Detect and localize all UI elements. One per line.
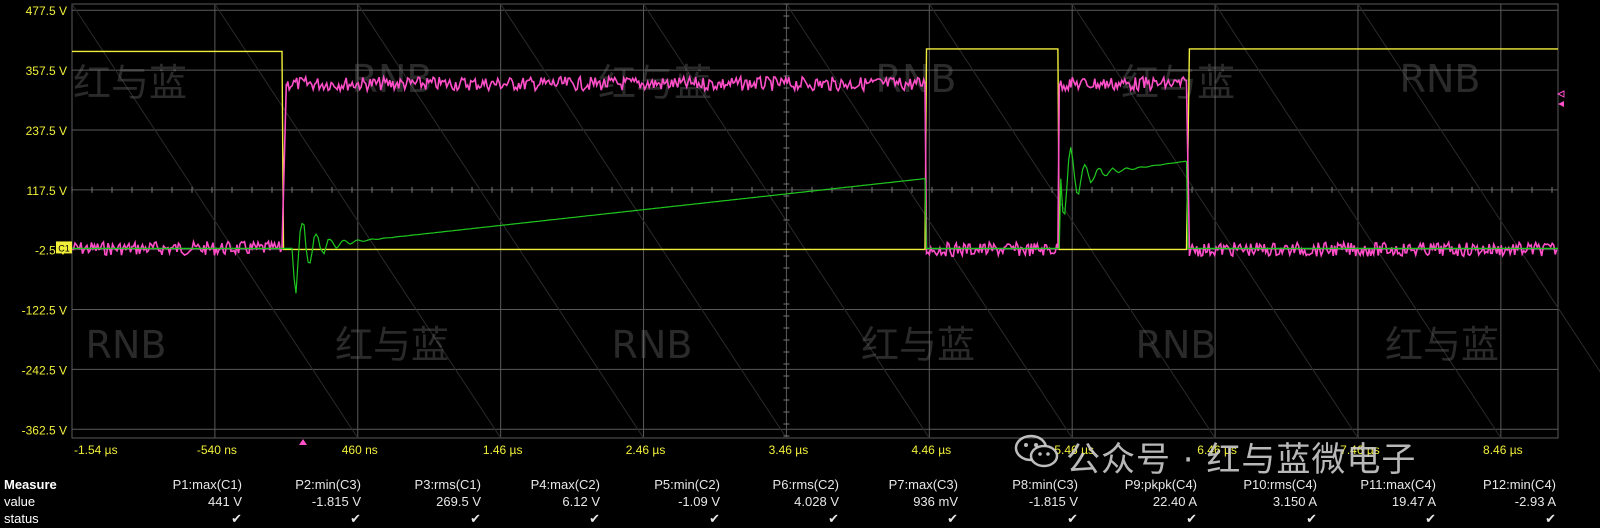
watermark-text: RNB xyxy=(876,57,957,101)
measure-value: 6.12 V xyxy=(562,494,600,509)
channel-marker-label: C1 xyxy=(58,243,70,253)
measure-value: 3.150 A xyxy=(1272,494,1317,509)
plot-frame xyxy=(71,3,1559,439)
wechat-source-text: 公众号 · 红与蓝微电子 xyxy=(1066,440,1417,480)
status-check-icon: ✔ xyxy=(828,511,839,526)
status-check-icon: ✔ xyxy=(589,511,600,526)
measure-value: -2.93 A xyxy=(1514,494,1556,509)
x-tick-label: 1.46 µs xyxy=(483,443,523,457)
status-check-icon: ✔ xyxy=(1067,511,1078,526)
measure-header-label: Measure xyxy=(4,477,57,492)
measure-value: 936 mV xyxy=(913,494,958,509)
measure-value: -1.09 V xyxy=(678,494,720,509)
watermark-text: 红与蓝 xyxy=(335,323,449,367)
watermark-text: 红与蓝 xyxy=(73,61,187,105)
measure-table: Measure P1:max(C1) P2:min(C3) P3:rms(C1)… xyxy=(0,477,1600,528)
measure-value: 269.5 V xyxy=(436,494,481,509)
y-tick-label: -242.5 V xyxy=(22,363,67,377)
measure-value-label: value xyxy=(4,494,36,509)
status-check-icon: ✔ xyxy=(1425,511,1436,526)
measure-name[interactable]: P2:min(C3) xyxy=(239,477,361,492)
measure-name[interactable]: P10:rms(C4) xyxy=(1195,477,1317,492)
measure-value: 19.47 A xyxy=(1391,494,1436,509)
watermark-text: 红与蓝 xyxy=(1121,61,1235,105)
y-tick-label: 357.5 V xyxy=(26,64,67,78)
measure-value: 441 V xyxy=(208,494,242,509)
measure-name[interactable]: P9:pkpk(C4) xyxy=(1075,477,1197,492)
measure-status-row: status ✔ ✔ ✔ ✔ ✔ ✔ ✔ ✔ ✔ ✔ ✔ ✔ xyxy=(0,511,1600,528)
measure-status-label: status xyxy=(4,511,39,526)
watermark-text: RNB xyxy=(1400,57,1481,101)
y-tick-label: 477.5 V xyxy=(26,4,67,18)
x-tick-label: 4.46 µs xyxy=(912,443,952,457)
x-tick-label: 460 ns xyxy=(342,443,378,457)
status-check-icon: ✔ xyxy=(709,511,720,526)
watermark-text: RNB xyxy=(612,323,693,367)
measure-name[interactable]: P12:min(C4) xyxy=(1434,477,1556,492)
measure-value: -1.815 V xyxy=(1028,494,1078,509)
wechat-source-watermark: 公众号 · 红与蓝微电子 xyxy=(1014,432,1600,480)
y-tick-label: -122.5 V xyxy=(22,304,67,318)
watermark-text: RNB xyxy=(86,323,167,367)
measure-name[interactable]: P5:min(C2) xyxy=(598,477,720,492)
x-tick-label: 2.46 µs xyxy=(626,443,666,457)
measure-header-row: Measure P1:max(C1) P2:min(C3) P3:rms(C1)… xyxy=(0,477,1600,494)
trace-green xyxy=(72,147,1558,294)
measure-name[interactable]: P7:max(C3) xyxy=(836,477,958,492)
status-check-icon: ✔ xyxy=(350,511,361,526)
trigger-level-marker[interactable] xyxy=(1556,90,1565,98)
graticule xyxy=(71,3,1600,439)
measure-value-row: value 441 V -1.815 V 269.5 V 6.12 V -1.0… xyxy=(0,494,1600,511)
measure-name[interactable]: P4:max(C2) xyxy=(478,477,600,492)
wechat-icon xyxy=(1014,434,1059,468)
watermark-text: RNB xyxy=(1136,323,1217,367)
x-tick-label: -1.54 µs xyxy=(74,443,118,457)
trigger-position-marker[interactable] xyxy=(299,439,307,445)
x-tick-label: 3.46 µs xyxy=(769,443,809,457)
measure-value: 4.028 V xyxy=(794,494,839,509)
status-check-icon: ✔ xyxy=(1186,511,1197,526)
measure-name[interactable]: P11:max(C4) xyxy=(1314,477,1436,492)
watermark-text: 红与蓝 xyxy=(1385,323,1499,367)
status-check-icon: ✔ xyxy=(1306,511,1317,526)
y-tick-label: 237.5 V xyxy=(26,124,67,138)
status-check-icon: ✔ xyxy=(470,511,481,526)
x-tick-label: -540 ns xyxy=(197,443,237,457)
measure-value: -1.815 V xyxy=(311,494,361,509)
status-check-icon: ✔ xyxy=(231,511,242,526)
offset-marker[interactable] xyxy=(1558,101,1564,107)
trace-pink xyxy=(71,73,1558,259)
watermark-text: 红与蓝 xyxy=(861,323,975,367)
y-tick-label: 117.5 V xyxy=(27,184,67,198)
measure-name[interactable]: P1:max(C1) xyxy=(120,477,242,492)
measure-name[interactable]: P3:rms(C1) xyxy=(359,477,481,492)
status-check-icon: ✔ xyxy=(947,511,958,526)
measure-name[interactable]: P8:min(C3) xyxy=(956,477,1078,492)
measure-name[interactable]: P6:rms(C2) xyxy=(717,477,839,492)
measure-value: 22.40 A xyxy=(1152,494,1197,509)
trace-layer xyxy=(71,48,1558,294)
trace-yellow xyxy=(72,48,1558,251)
y-tick-label: -362.5 V xyxy=(22,423,67,437)
status-check-icon: ✔ xyxy=(1545,511,1556,526)
